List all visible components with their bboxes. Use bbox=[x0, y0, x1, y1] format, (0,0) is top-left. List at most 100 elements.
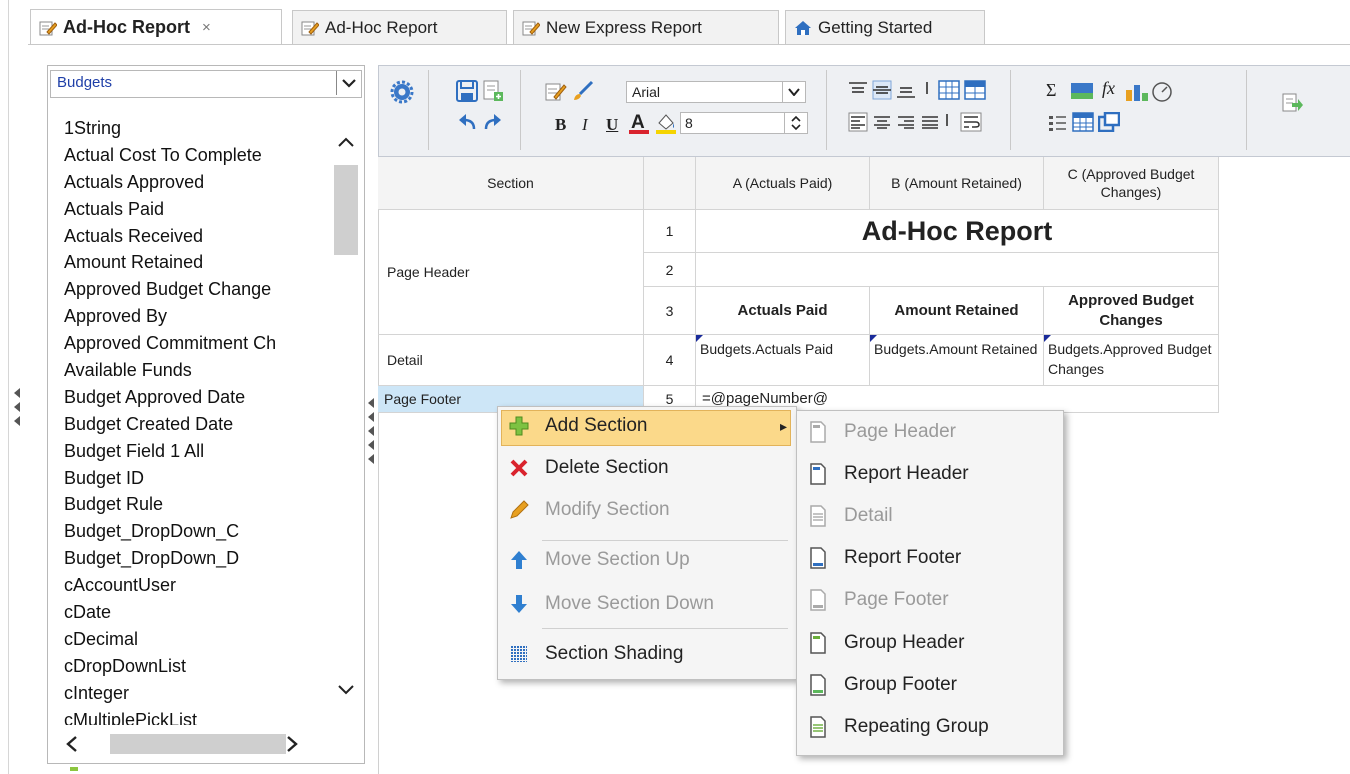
collapse-left-icon[interactable] bbox=[368, 440, 374, 450]
function-icon[interactable]: fx bbox=[1102, 78, 1115, 99]
scrollbar-thumb[interactable] bbox=[334, 165, 358, 255]
header-cell-a[interactable]: Actuals Paid bbox=[696, 287, 870, 335]
gradient-icon[interactable] bbox=[1070, 82, 1094, 105]
field-list-item[interactable]: Amount Retained bbox=[64, 249, 334, 276]
blank-row-cell[interactable] bbox=[696, 253, 1219, 287]
submenu-item-group-footer[interactable]: Group Footer bbox=[806, 665, 1056, 705]
menu-item-move-section-up[interactable]: Move Section Up bbox=[507, 540, 787, 580]
field-list-item[interactable]: Actuals Received bbox=[64, 223, 334, 250]
field-list-item[interactable]: Approved By bbox=[64, 303, 334, 330]
field-list-item[interactable]: Budget Created Date bbox=[64, 411, 334, 438]
field-list-item[interactable]: cMultiplePickList bbox=[64, 707, 334, 725]
collapse-left-icon[interactable] bbox=[368, 426, 374, 436]
save-as-icon[interactable] bbox=[482, 80, 504, 107]
italic-icon[interactable]: I bbox=[582, 115, 588, 135]
column-header-c[interactable]: C (Approved Budget Changes) bbox=[1044, 157, 1219, 210]
section-detail[interactable]: Detail bbox=[378, 335, 644, 386]
table-merge-icon[interactable] bbox=[964, 80, 986, 105]
gear-icon[interactable] bbox=[390, 80, 414, 109]
detail-cell-a[interactable]: Budgets.Actuals Paid bbox=[696, 335, 870, 386]
field-list-item[interactable]: Actual Cost To Complete bbox=[64, 142, 334, 169]
submenu-item-repeating-group[interactable]: Repeating Group bbox=[806, 707, 1056, 747]
field-list-item[interactable]: Budget_DropDown_D bbox=[64, 545, 334, 572]
scroll-right-icon[interactable] bbox=[282, 734, 302, 754]
brush-icon[interactable] bbox=[572, 80, 594, 107]
align-center-icon[interactable] bbox=[872, 112, 892, 137]
menu-item-section-shading[interactable]: Section Shading bbox=[507, 634, 787, 674]
field-list-item[interactable]: cDropDownList bbox=[64, 653, 334, 680]
field-list-item[interactable]: Actuals Approved bbox=[64, 169, 334, 196]
redo-icon[interactable] bbox=[482, 112, 504, 139]
field-list-item[interactable]: cDecimal bbox=[64, 626, 334, 653]
collapse-left-icon[interactable] bbox=[14, 416, 20, 426]
font-size-stepper[interactable] bbox=[784, 113, 807, 133]
field-list-item[interactable]: Budget Approved Date bbox=[64, 384, 334, 411]
field-list-item[interactable]: 1String bbox=[64, 115, 334, 142]
scroll-left-icon[interactable] bbox=[62, 734, 82, 754]
align-left-icon[interactable] bbox=[848, 112, 868, 137]
tab-ad-hoc-report[interactable]: Ad-Hoc Report bbox=[292, 10, 507, 44]
field-list-item[interactable]: Budget Rule bbox=[64, 491, 334, 518]
submenu-item-report-header[interactable]: Report Header bbox=[806, 454, 1056, 494]
font-size-input[interactable]: 8 bbox=[680, 112, 808, 134]
sum-icon[interactable]: Σ bbox=[1046, 80, 1056, 101]
submenu-item-group-header[interactable]: Group Header bbox=[806, 623, 1056, 663]
save-icon[interactable] bbox=[456, 80, 478, 107]
collapse-left-icon[interactable] bbox=[14, 388, 20, 398]
chevron-down-icon[interactable] bbox=[336, 71, 361, 95]
table-icon[interactable] bbox=[938, 80, 960, 105]
align-right-icon[interactable] bbox=[896, 112, 916, 137]
header-cell-b[interactable]: Amount Retained bbox=[870, 287, 1044, 335]
category-select[interactable]: Budgets bbox=[50, 70, 362, 98]
field-list-item[interactable]: Budget_DropDown_C bbox=[64, 518, 334, 545]
tab-new-express-report[interactable]: New Express Report bbox=[513, 10, 779, 44]
align-middle-icon[interactable] bbox=[872, 80, 892, 105]
field-list-item[interactable]: cInteger bbox=[64, 680, 334, 707]
header-cell-c[interactable]: Approved Budget Changes bbox=[1044, 287, 1219, 335]
field-list-item[interactable]: cAccountUser bbox=[64, 572, 334, 599]
submenu-item-page-header[interactable]: Page Header bbox=[806, 412, 1056, 452]
fill-color-icon[interactable] bbox=[655, 111, 677, 140]
menu-item-add-section[interactable]: Add Section ▸ bbox=[507, 406, 787, 446]
menu-item-move-section-down[interactable]: Move Section Down bbox=[507, 584, 787, 624]
submenu-item-page-footer[interactable]: Page Footer bbox=[806, 580, 1056, 620]
menu-item-delete-section[interactable]: Delete Section bbox=[507, 448, 787, 488]
section-page-header[interactable]: Page Header bbox=[378, 210, 644, 335]
submenu-item-report-footer[interactable]: Report Footer bbox=[806, 538, 1056, 578]
scroll-down-icon[interactable] bbox=[336, 683, 356, 701]
field-list-item[interactable]: Approved Commitment Ch bbox=[64, 330, 334, 357]
bold-icon[interactable]: B bbox=[555, 115, 566, 135]
collapse-left-icon[interactable] bbox=[368, 454, 374, 464]
undo-icon[interactable] bbox=[456, 112, 478, 139]
field-list-item[interactable]: Approved Budget Change bbox=[64, 276, 334, 303]
field-list-item[interactable]: Budget Field 1 All bbox=[64, 438, 334, 465]
subreport-icon[interactable] bbox=[1097, 111, 1121, 137]
grid-table-icon[interactable] bbox=[1072, 112, 1094, 137]
underline-icon[interactable]: U bbox=[606, 115, 618, 135]
column-header-a[interactable]: A (Actuals Paid) bbox=[696, 157, 870, 210]
align-bottom-icon[interactable] bbox=[896, 80, 916, 105]
list-icon[interactable] bbox=[1048, 113, 1068, 138]
font-color-icon[interactable]: A bbox=[628, 111, 650, 140]
horizontal-scrollbar-thumb[interactable] bbox=[110, 734, 286, 754]
field-list-item[interactable]: Budget ID bbox=[64, 465, 334, 492]
tab-ad-hoc-report-active[interactable]: Ad-Hoc Report × bbox=[30, 9, 282, 45]
align-justify-icon[interactable] bbox=[920, 112, 940, 137]
gauge-icon[interactable] bbox=[1150, 80, 1174, 107]
detail-cell-c[interactable]: Budgets.Approved Budget Changes bbox=[1044, 335, 1219, 386]
submenu-item-detail[interactable]: Detail bbox=[806, 496, 1056, 536]
align-top-icon[interactable] bbox=[848, 80, 868, 105]
field-list-item[interactable]: cDate bbox=[64, 599, 334, 626]
column-header-b[interactable]: B (Amount Retained) bbox=[870, 157, 1044, 210]
chevron-down-icon[interactable] bbox=[782, 82, 805, 102]
report-title-cell[interactable]: Ad-Hoc Report bbox=[696, 210, 1219, 253]
format-edit-icon[interactable] bbox=[545, 80, 567, 107]
scroll-up-icon[interactable] bbox=[336, 135, 356, 153]
export-icon[interactable] bbox=[1282, 92, 1304, 119]
close-icon[interactable]: × bbox=[202, 19, 211, 36]
collapse-left-icon[interactable] bbox=[14, 402, 20, 412]
chart-icon[interactable] bbox=[1124, 80, 1150, 107]
detail-cell-b[interactable]: Budgets.Amount Retained bbox=[870, 335, 1044, 386]
wrap-text-icon[interactable] bbox=[960, 112, 982, 137]
tab-getting-started[interactable]: Getting Started bbox=[785, 10, 985, 44]
